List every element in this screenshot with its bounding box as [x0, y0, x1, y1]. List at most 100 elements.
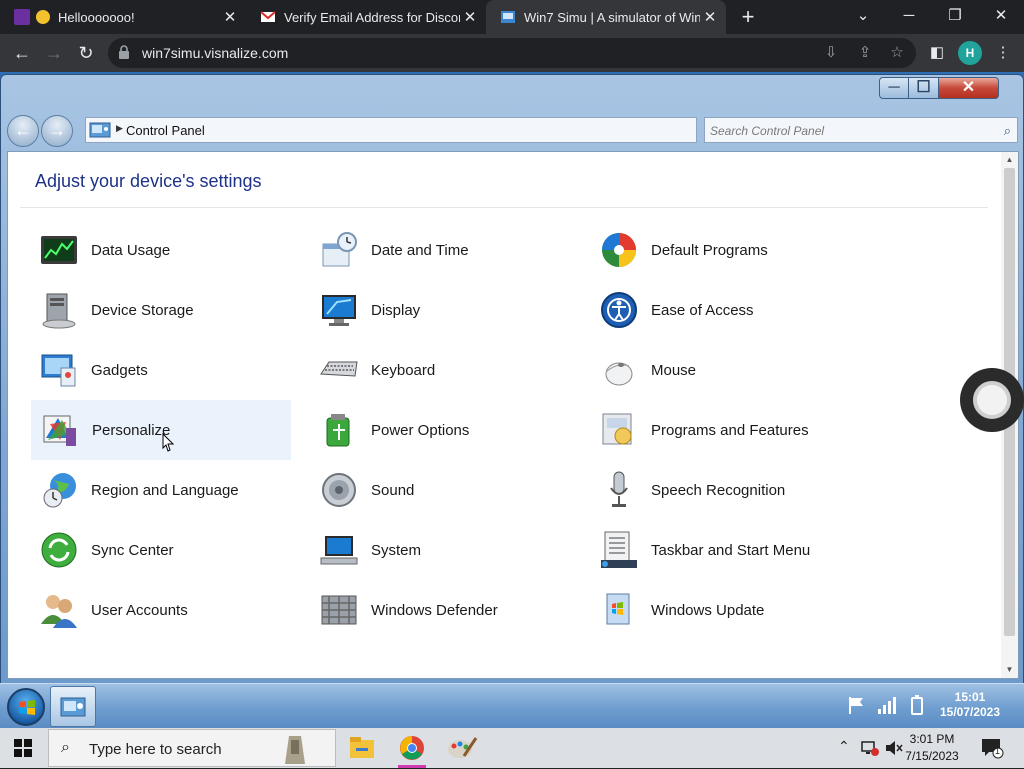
network-offline-icon[interactable]	[860, 739, 880, 757]
emoji-icon	[36, 10, 50, 24]
host-time: 3:01 PM	[909, 732, 955, 746]
settings-item-date-and-time[interactable]: Date and Time	[311, 220, 571, 280]
bookmark-star-icon[interactable]: ☆	[886, 42, 908, 64]
settings-item-label: Windows Defender	[371, 601, 498, 619]
address-bar[interactable]: win7simu.visnalize.com ⇩ ⇪ ☆	[108, 38, 916, 68]
browser-toolbar: ← → ↻ win7simu.visnalize.com ⇩ ⇪ ☆ ◧ H ⋮	[0, 34, 1024, 72]
settings-item-user-accounts[interactable]: User Accounts	[31, 580, 291, 640]
url-text: win7simu.visnalize.com	[142, 45, 289, 61]
minimize-window-button[interactable]: ─	[886, 0, 932, 34]
settings-item-device-storage[interactable]: Device Storage	[31, 280, 291, 340]
settings-item-windows-defender[interactable]: Windows Defender	[311, 580, 571, 640]
sound-icon	[322, 473, 356, 507]
control-panel-icon	[60, 697, 86, 717]
network-signal-icon[interactable]	[876, 694, 898, 716]
show-hidden-icons-chevron-icon[interactable]: ⌃	[838, 738, 850, 755]
browser-tab-2[interactable]: Verify Email Address for Discord ✕	[246, 0, 486, 34]
notification-center-icon[interactable]: 1	[980, 737, 1004, 759]
settings-item-data-usage[interactable]: Data Usage	[31, 220, 291, 280]
settings-item-programs-and-features[interactable]: Programs and Features	[591, 400, 851, 460]
profile-avatar[interactable]: H	[958, 41, 982, 65]
win7-start-orb[interactable]	[7, 688, 45, 726]
settings-item-label: Personalize	[92, 421, 171, 439]
taskbar-control-panel-button[interactable]	[50, 686, 96, 727]
settings-item-sync-center[interactable]: Sync Center	[31, 520, 291, 580]
host-search-box[interactable]: ⌕ Type here to search	[48, 729, 336, 767]
settings-item-power-options[interactable]: Power Options	[311, 400, 571, 460]
scroll-down-icon[interactable]: ▼	[1001, 662, 1018, 678]
install-app-icon[interactable]: ⇩	[820, 42, 842, 64]
settings-item-display[interactable]: Display	[311, 280, 571, 340]
breadcrumb[interactable]: Control Panel	[126, 123, 205, 138]
share-icon[interactable]: ⇪	[854, 42, 876, 64]
close-tab-icon[interactable]: ✕	[220, 8, 240, 26]
close-window-button[interactable]: ✕	[978, 0, 1024, 34]
settings-item-ease-of-access[interactable]: Ease of Access	[591, 280, 851, 340]
settings-item-region-and-language[interactable]: Region and Language	[31, 460, 291, 520]
explorer-forward-button[interactable]: →	[41, 115, 73, 147]
menu-kebab-icon[interactable]: ⋮	[992, 42, 1014, 64]
settings-item-personalize[interactable]: Personalize	[31, 400, 291, 460]
settings-item-label: Speech Recognition	[651, 481, 786, 499]
tab-search-chevron-icon[interactable]: ⌄	[840, 0, 886, 34]
explorer-nav-buttons: ← →	[7, 115, 75, 147]
win7-clock[interactable]: 15:01 15/07/2023	[934, 690, 1006, 720]
speech-recognition-icon	[610, 471, 628, 507]
explorer-address-bar[interactable]: ▶ Control Panel	[85, 117, 697, 143]
settings-item-gadgets[interactable]: Gadgets	[31, 340, 291, 400]
settings-item-sound[interactable]: Sound	[311, 460, 571, 520]
file-explorer-icon[interactable]	[342, 732, 382, 764]
side-panel-icon[interactable]: ◧	[926, 42, 948, 64]
search-placeholder: Search Control Panel	[710, 124, 825, 138]
settings-item-label: Default Programs	[651, 241, 768, 259]
keyboard-icon	[320, 361, 358, 377]
new-tab-button[interactable]: +	[736, 4, 760, 30]
settings-item-taskbar-and-start-menu[interactable]: Taskbar and Start Menu	[591, 520, 851, 580]
scroll-up-icon[interactable]: ▲	[1001, 152, 1018, 168]
explorer-back-button[interactable]: ←	[7, 115, 39, 147]
gmail-icon	[260, 11, 276, 22]
window-close-button[interactable]: ✕	[939, 77, 999, 99]
programs-features-icon	[602, 413, 632, 445]
search-icon[interactable]: ⌕	[1004, 123, 1011, 139]
browser-tab-strip: Hellooooooo! ✕ Verify Email Address for …	[0, 0, 1024, 34]
settings-item-label: Date and Time	[371, 241, 469, 259]
settings-item-mouse[interactable]: Mouse	[591, 340, 851, 400]
window-minimize-button[interactable]: ─	[879, 77, 909, 99]
host-search-placeholder: Type here to search	[89, 741, 222, 758]
settings-item-label: Region and Language	[91, 481, 239, 499]
win7simu-favicon	[501, 11, 515, 23]
breadcrumb-arrow-icon[interactable]: ▶	[116, 123, 123, 134]
reload-icon[interactable]: ↻	[72, 38, 100, 68]
browser-tab-3[interactable]: Win7 Simu | A simulator of Windows 7 ✕	[486, 0, 726, 34]
windows-start-icon[interactable]	[8, 736, 38, 760]
close-tab-icon[interactable]: ✕	[700, 8, 720, 26]
settings-item-keyboard[interactable]: Keyboard	[311, 340, 571, 400]
close-tab-icon[interactable]: ✕	[460, 8, 480, 26]
control-panel-icon	[89, 122, 111, 138]
restore-window-button[interactable]: ❐	[932, 0, 978, 34]
window-maximize-button[interactable]: ☐	[909, 77, 939, 99]
win7-desktop: ─ ☐ ✕ ← → ▶ Control Panel Search Control…	[0, 72, 1024, 728]
explorer-search-input[interactable]: Search Control Panel ⌕	[704, 117, 1018, 143]
settings-item-speech-recognition[interactable]: Speech Recognition	[591, 460, 851, 520]
chrome-app-icon[interactable]	[392, 732, 432, 768]
settings-item-default-programs[interactable]: Default Programs	[591, 220, 851, 280]
paint-app-icon[interactable]	[442, 732, 482, 764]
settings-item-label: Sound	[371, 481, 415, 499]
browser-tab-1[interactable]: Hellooooooo! ✕	[0, 0, 246, 34]
back-arrow-icon[interactable]: ←	[8, 38, 36, 68]
settings-item-system[interactable]: System	[311, 520, 571, 580]
floating-assistive-button[interactable]	[960, 368, 1024, 432]
sync-center-icon	[41, 532, 77, 568]
host-taskbar: ⌕ Type here to search ⌃ 3:01 PM 7/15/202…	[0, 728, 1024, 768]
host-clock[interactable]: 3:01 PM 7/15/2023	[900, 731, 964, 765]
battery-icon[interactable]	[906, 694, 928, 716]
forward-arrow-icon[interactable]: →	[40, 38, 68, 68]
action-center-flag-icon[interactable]	[846, 694, 868, 716]
personalize-icon	[43, 415, 76, 446]
divider	[20, 207, 988, 208]
date-time-icon	[322, 232, 357, 267]
power-options-icon	[326, 414, 350, 447]
settings-item-windows-update[interactable]: Windows Update	[591, 580, 851, 640]
